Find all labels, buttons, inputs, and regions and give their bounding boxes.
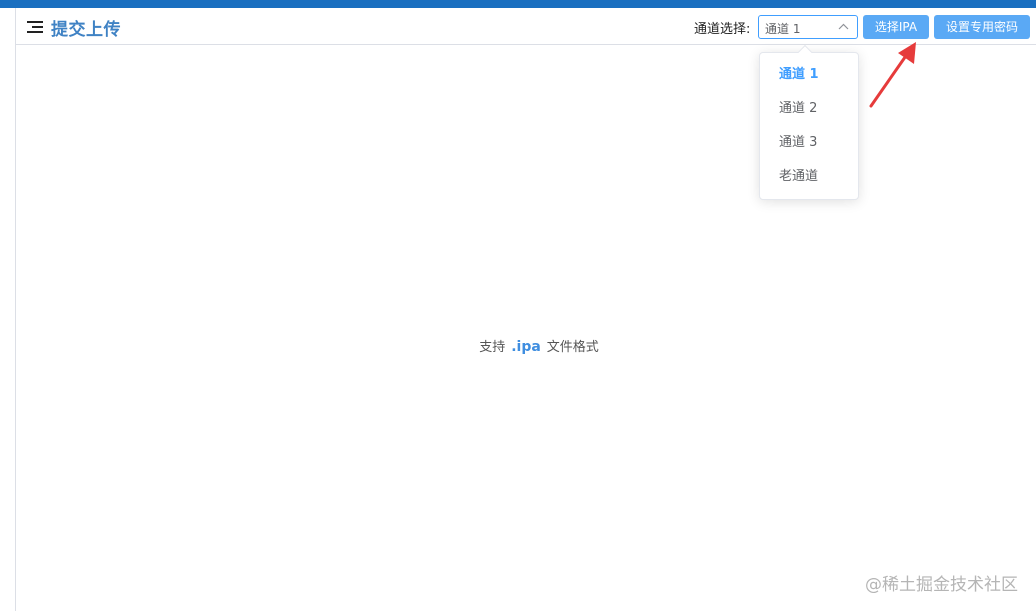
- channel-dropdown: 通道 1 通道 2 通道 3 老通道: [759, 44, 859, 200]
- watermark: @稀土掘金技术社区: [865, 575, 1018, 595]
- channel-select-value: 通道 1: [765, 22, 801, 36]
- set-password-button[interactable]: 设置专用密码: [934, 15, 1030, 39]
- hint-suffix: 文件格式: [546, 340, 599, 355]
- hint-prefix: 支持: [479, 340, 506, 355]
- channel-option-2[interactable]: 通道 2: [760, 92, 858, 126]
- channel-option-3[interactable]: 通道 3: [760, 126, 858, 160]
- annotation-arrow-icon: [869, 42, 916, 108]
- channel-option-old[interactable]: 老通道: [760, 160, 858, 194]
- page-title: 提交上传: [51, 20, 121, 40]
- hint-extension: .ipa: [511, 339, 541, 355]
- channel-select[interactable]: 通道 1: [758, 15, 858, 39]
- hamburger-menu-icon[interactable]: [27, 21, 43, 34]
- channel-select-label: 通道选择:: [694, 22, 751, 37]
- channel-option-1[interactable]: 通道 1: [760, 58, 858, 92]
- chevron-up-icon: [838, 23, 849, 30]
- top-bar: [0, 0, 1036, 8]
- sidebar-divider: [15, 8, 16, 611]
- upload-hint: 支持 .ipa 文件格式: [0, 336, 1036, 355]
- select-ipa-button[interactable]: 选择IPA: [863, 15, 929, 39]
